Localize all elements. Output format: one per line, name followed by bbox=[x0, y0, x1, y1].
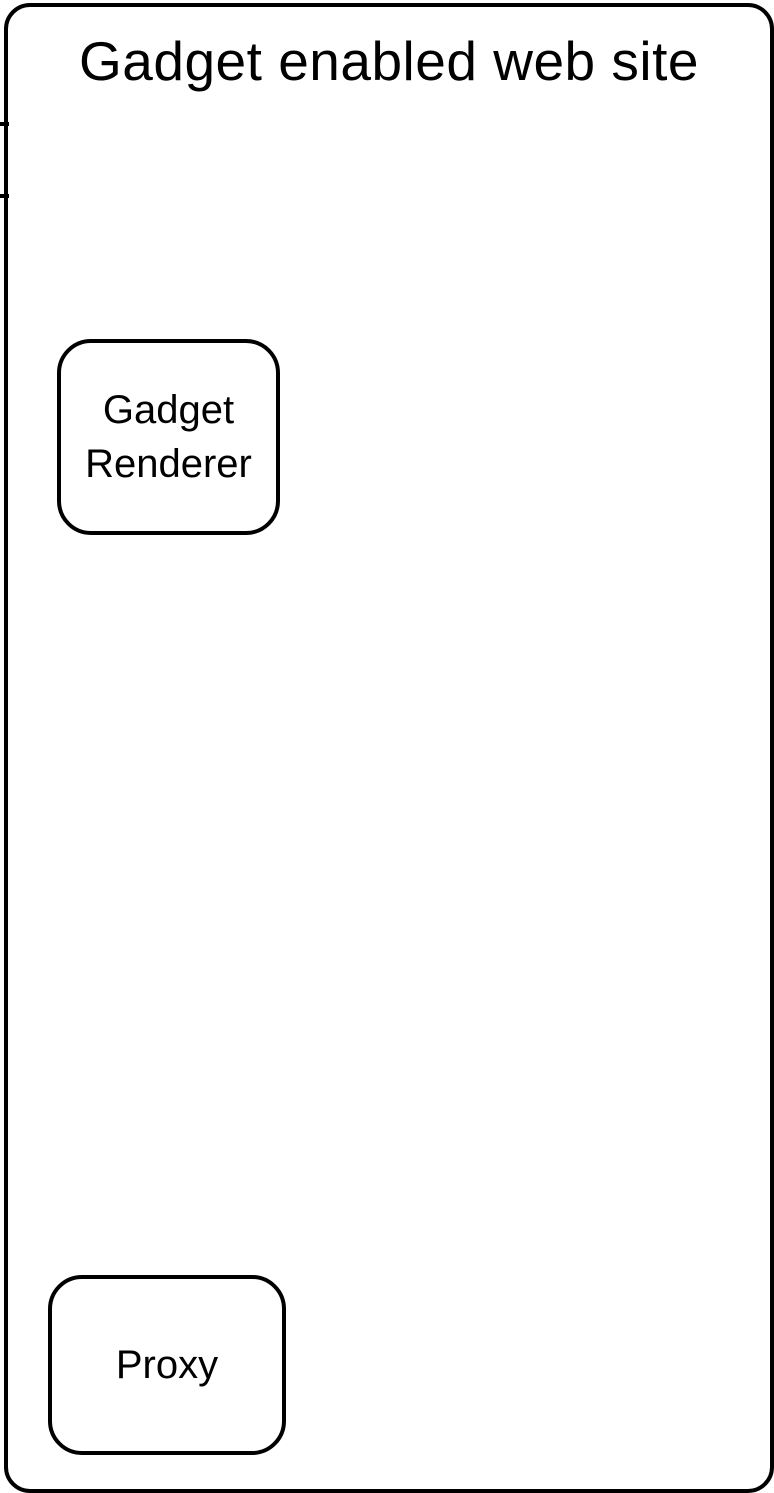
container-title: Gadget enabled web site bbox=[79, 30, 699, 92]
incoming-connector-stub-top bbox=[0, 122, 9, 126]
gadget-renderer-label-line-2: Renderer bbox=[85, 442, 252, 486]
gadget-renderer-label-line-1: Gadget bbox=[102, 388, 235, 432]
proxy-node: Proxy bbox=[48, 1275, 286, 1455]
proxy-label: Proxy bbox=[116, 1338, 218, 1392]
gadget-web-site-container: Gadget enabled web site Gadget Renderer … bbox=[4, 3, 774, 1493]
gadget-renderer-node: Gadget Renderer bbox=[57, 339, 280, 535]
gadget-renderer-label: Gadget Renderer bbox=[85, 383, 252, 491]
proxy-label-line-1: Proxy bbox=[115, 1343, 219, 1387]
incoming-connector-stub-bottom bbox=[0, 194, 9, 198]
